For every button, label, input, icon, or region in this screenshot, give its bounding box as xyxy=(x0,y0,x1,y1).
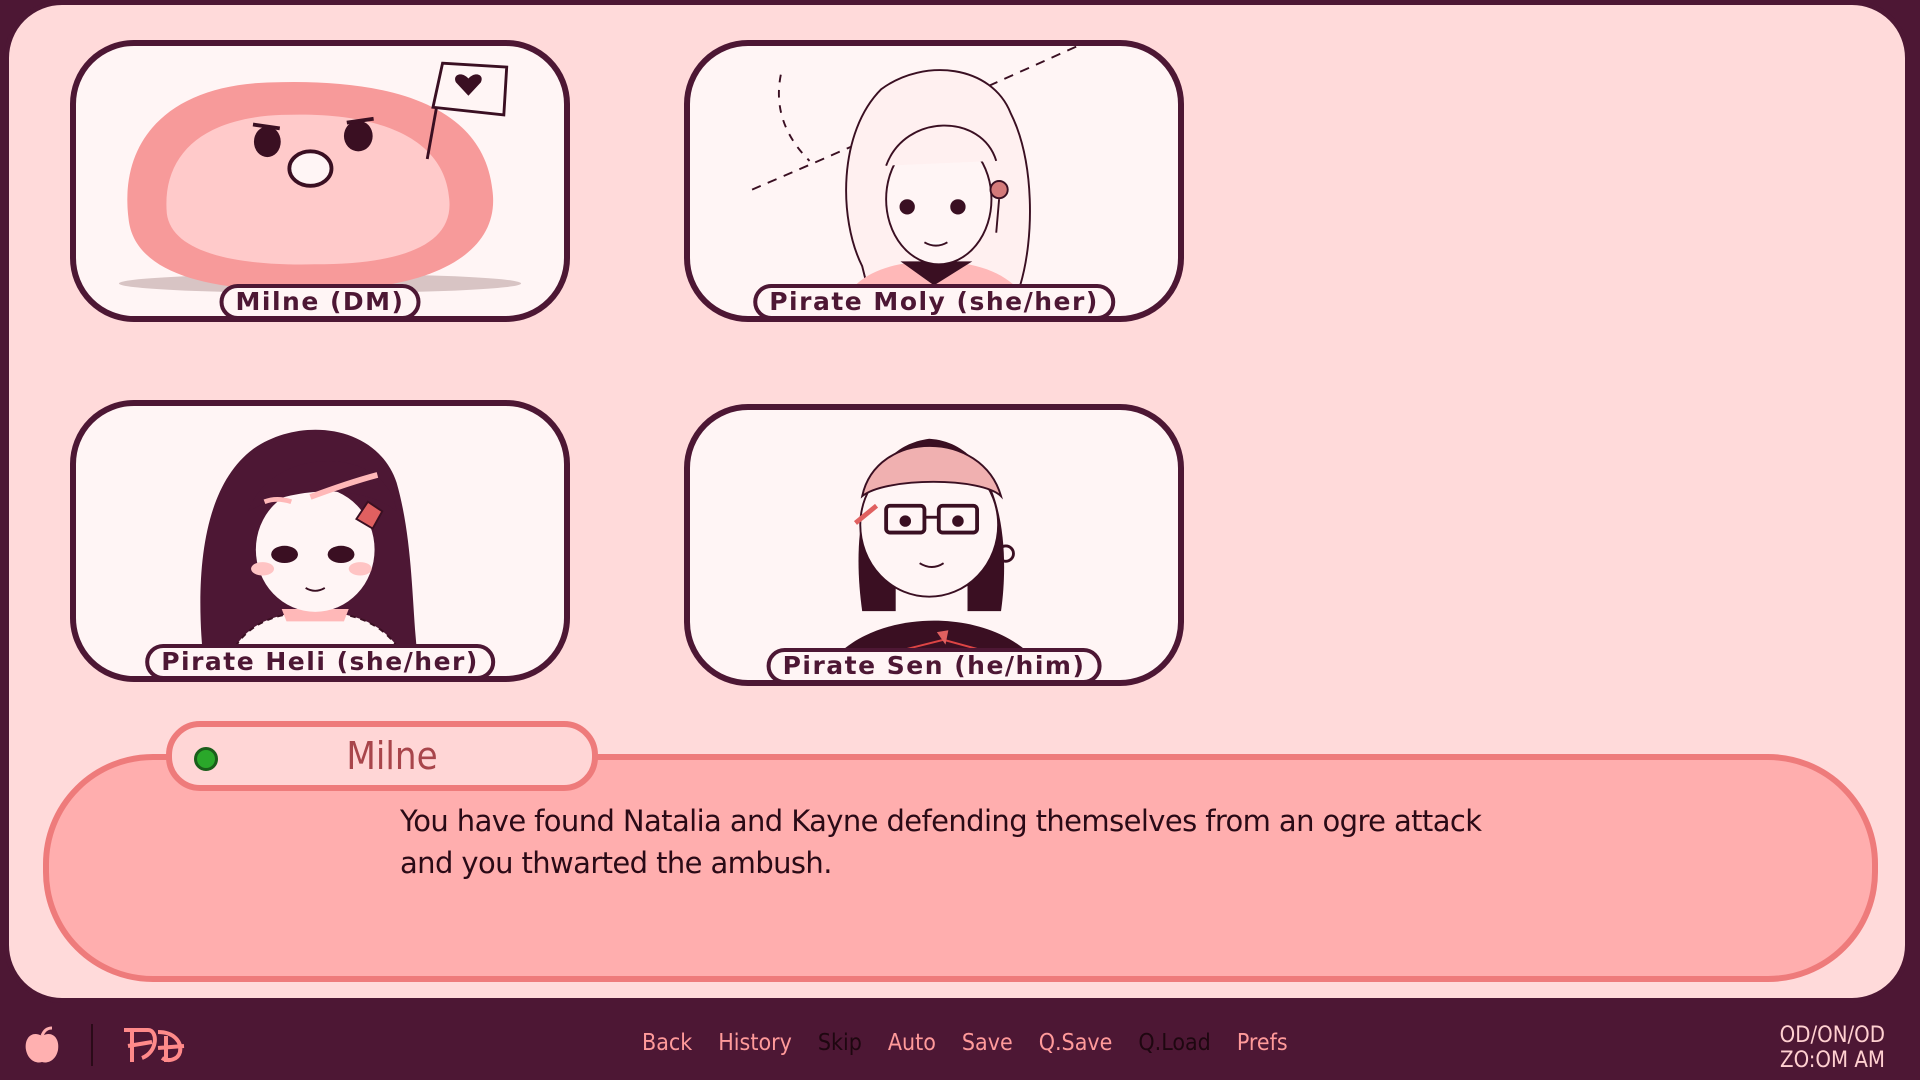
peach-icon[interactable] xyxy=(22,1026,62,1066)
skip-button[interactable]: Skip xyxy=(818,1030,862,1056)
clock-date: OD/ON/OD xyxy=(1779,1023,1885,1048)
speaker-name: Milne xyxy=(346,734,438,778)
quick-menu-bar: Back History Skip Auto Save Q.Save Q.Loa… xyxy=(0,1006,1920,1080)
toolbar-divider xyxy=(91,1024,93,1066)
character-nameplate: Pirate Heli (she/her) xyxy=(145,644,495,680)
quick-save-button[interactable]: Q.Save xyxy=(1039,1030,1113,1056)
quick-load-button[interactable]: Q.Load xyxy=(1138,1030,1210,1056)
game-logo-icon[interactable] xyxy=(118,1022,188,1066)
character-nameplate: Pirate Sen (he/him) xyxy=(766,648,1102,684)
auto-button[interactable]: Auto xyxy=(888,1030,936,1056)
portrait-card-milne: Milne (DM) xyxy=(70,40,570,322)
game-stage: Milne (DM) Pirate Moly (she/her) Pirate … xyxy=(0,0,1920,1006)
character-nameplate: Pirate Moly (she/her) xyxy=(753,284,1115,320)
history-button[interactable]: History xyxy=(718,1030,792,1056)
sen-portrait xyxy=(819,438,1049,680)
portrait-card-sen: Pirate Sen (he/him) xyxy=(684,404,1184,686)
clock-time: ZO:OM AM xyxy=(1780,1048,1885,1073)
portrait-card-heli: Pirate Heli (she/her) xyxy=(70,400,570,682)
milne-blob-portrait xyxy=(118,61,522,294)
speaker-namebox: Milne xyxy=(166,721,598,791)
heli-portrait xyxy=(200,429,421,676)
moly-portrait xyxy=(751,46,1079,316)
back-button[interactable]: Back xyxy=(642,1030,692,1056)
save-button[interactable]: Save xyxy=(962,1030,1013,1056)
prefs-button[interactable]: Prefs xyxy=(1237,1030,1288,1056)
portrait-card-moly: Pirate Moly (she/her) xyxy=(684,40,1184,322)
dialogue-text: You have found Natalia and Kayne defendi… xyxy=(400,804,1482,880)
clock: OD/ON/OD ZO:OM AM xyxy=(1780,1023,1885,1073)
quick-menu: Back History Skip Auto Save Q.Save Q.Loa… xyxy=(642,1030,1314,1056)
character-nameplate: Milne (DM) xyxy=(219,284,421,320)
